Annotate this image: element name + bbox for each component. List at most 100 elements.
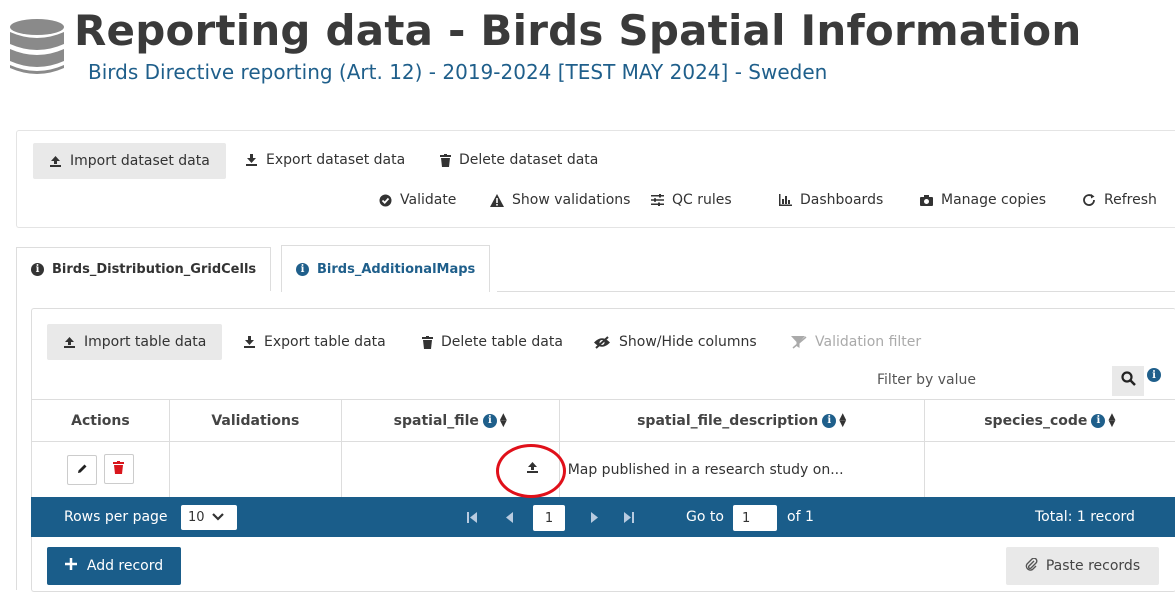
tab-label: Birds_Distribution_GridCells	[52, 262, 256, 277]
next-page-icon[interactable]	[591, 511, 599, 527]
search-icon	[1121, 371, 1136, 391]
filter-icon	[791, 336, 807, 349]
check-circle-icon	[379, 194, 392, 207]
rows-per-page-label: Rows per page	[64, 509, 168, 525]
manage-copies-button[interactable]: Manage copies	[920, 192, 1046, 208]
info-icon[interactable]: i	[483, 414, 497, 428]
rows-per-page-select[interactable]: 10	[181, 505, 237, 530]
info-icon: i	[31, 263, 44, 276]
paste-records-label: Paste records	[1046, 558, 1140, 574]
upload-icon	[63, 336, 76, 349]
import-dataset-button[interactable]: Import dataset data	[33, 143, 226, 179]
first-page-icon[interactable]	[467, 511, 477, 527]
trash-icon	[440, 154, 451, 167]
validations-cell	[169, 442, 341, 498]
last-page-icon[interactable]	[624, 511, 634, 527]
export-dataset-label: Export dataset data	[266, 152, 405, 168]
sort-icon[interactable]: ▲▼	[1108, 414, 1115, 428]
qc-rules-label: QC rules	[672, 192, 732, 208]
column-header-actions: Actions	[32, 400, 170, 442]
export-dataset-button[interactable]: Export dataset data	[245, 152, 405, 168]
paperclip-icon	[1025, 558, 1038, 575]
import-table-button[interactable]: Import table data	[47, 324, 222, 360]
validation-filter-label: Validation filter	[815, 334, 921, 350]
download-icon	[243, 336, 256, 349]
column-label: species_code	[984, 413, 1087, 429]
add-record-button[interactable]: Add record	[47, 547, 181, 585]
edit-button[interactable]	[67, 455, 97, 485]
rows-per-page-value: 10	[188, 510, 205, 525]
column-label: spatial_file_description	[637, 413, 818, 429]
refresh-icon	[1082, 193, 1096, 207]
actions-cell	[32, 442, 170, 498]
total-records-label: Total: 1 record	[1035, 509, 1135, 525]
warning-icon	[490, 194, 504, 207]
goto-page-value: 1	[742, 511, 750, 526]
filter-input[interactable]: Filter by value	[877, 372, 976, 388]
validation-filter-button[interactable]: Validation filter	[791, 334, 921, 350]
info-icon[interactable]: i	[1091, 414, 1105, 428]
delete-table-label: Delete table data	[441, 334, 563, 350]
goto-label: Go to	[686, 509, 724, 525]
column-label: spatial_file	[394, 413, 479, 429]
tab-birds-additionalmaps[interactable]: i Birds_AdditionalMaps	[281, 245, 490, 292]
qc-rules-button[interactable]: QC rules	[651, 192, 732, 208]
column-header-species-code[interactable]: species_code i▲▼	[924, 400, 1175, 442]
delete-dataset-button[interactable]: Delete dataset data	[440, 152, 598, 168]
paginator: Rows per page 10 1 Go to 1 of 1 Total: 1…	[31, 497, 1175, 537]
delete-dataset-label: Delete dataset data	[459, 152, 598, 168]
column-header-validations: Validations	[169, 400, 341, 442]
goto-page-input[interactable]: 1	[733, 505, 777, 531]
sort-icon[interactable]: ▲▼	[500, 414, 507, 428]
info-icon: i	[296, 263, 309, 276]
species-code-cell[interactable]	[924, 442, 1175, 498]
show-hide-columns-label: Show/Hide columns	[619, 334, 757, 350]
show-validations-label: Show validations	[512, 192, 630, 208]
spatial-file-cell[interactable]	[341, 442, 559, 498]
info-icon[interactable]: i	[822, 414, 836, 428]
page-count-label: of 1	[787, 509, 814, 525]
sort-icon[interactable]: ▲▼	[839, 414, 846, 428]
tab-label: Birds_AdditionalMaps	[317, 262, 475, 277]
dashboards-label: Dashboards	[800, 192, 883, 208]
database-icon	[8, 18, 66, 78]
column-label: Actions	[71, 413, 130, 429]
search-button[interactable]	[1112, 366, 1144, 396]
export-table-label: Export table data	[264, 334, 386, 350]
data-table: Actions Validations spatial_filei▲▼ spat…	[31, 399, 1175, 498]
show-validations-button[interactable]: Show validations	[490, 192, 630, 208]
validate-button[interactable]: Validate	[379, 192, 456, 208]
delete-row-button[interactable]	[104, 454, 134, 484]
eye-slash-icon	[593, 336, 611, 349]
description-value: Map published in a research study on...	[568, 462, 844, 478]
delete-table-button[interactable]: Delete table data	[422, 334, 563, 350]
column-label: Validations	[211, 413, 299, 429]
dashboards-button[interactable]: Dashboards	[779, 192, 883, 208]
pencil-icon	[77, 462, 88, 478]
previous-page-icon[interactable]	[505, 511, 513, 527]
column-header-spatial-file-description[interactable]: spatial_file_description i▲▼	[559, 400, 924, 442]
show-hide-columns-button[interactable]: Show/Hide columns	[593, 334, 757, 350]
paste-records-button[interactable]: Paste records	[1006, 547, 1159, 585]
page-subtitle: Birds Directive reporting (Art. 12) - 20…	[88, 60, 827, 84]
export-table-button[interactable]: Export table data	[243, 334, 386, 350]
chevron-down-icon	[212, 510, 224, 525]
upload-file-icon[interactable]	[526, 462, 539, 478]
tab-birds-distribution-gridcells[interactable]: i Birds_Distribution_GridCells	[16, 247, 271, 291]
upload-icon	[49, 155, 62, 168]
spatial-file-description-cell[interactable]: Map published in a research study on...	[559, 442, 924, 498]
current-page[interactable]: 1	[533, 505, 565, 531]
refresh-label: Refresh	[1104, 192, 1157, 208]
refresh-button[interactable]: Refresh	[1082, 192, 1157, 208]
plus-icon	[65, 558, 77, 574]
dataset-toolbar: Import dataset data Export dataset data …	[16, 130, 1175, 228]
trash-icon	[113, 461, 124, 478]
manage-copies-label: Manage copies	[941, 192, 1046, 208]
info-icon[interactable]: i	[1147, 368, 1161, 382]
page-title: Reporting data - Birds Spatial Informati…	[74, 6, 1081, 55]
tab-panel-border	[16, 291, 17, 590]
download-icon	[245, 154, 258, 167]
column-header-spatial-file[interactable]: spatial_file i▲▼	[341, 400, 559, 442]
chart-icon	[779, 194, 792, 206]
table-row[interactable]: Map published in a research study on...	[32, 442, 1175, 498]
